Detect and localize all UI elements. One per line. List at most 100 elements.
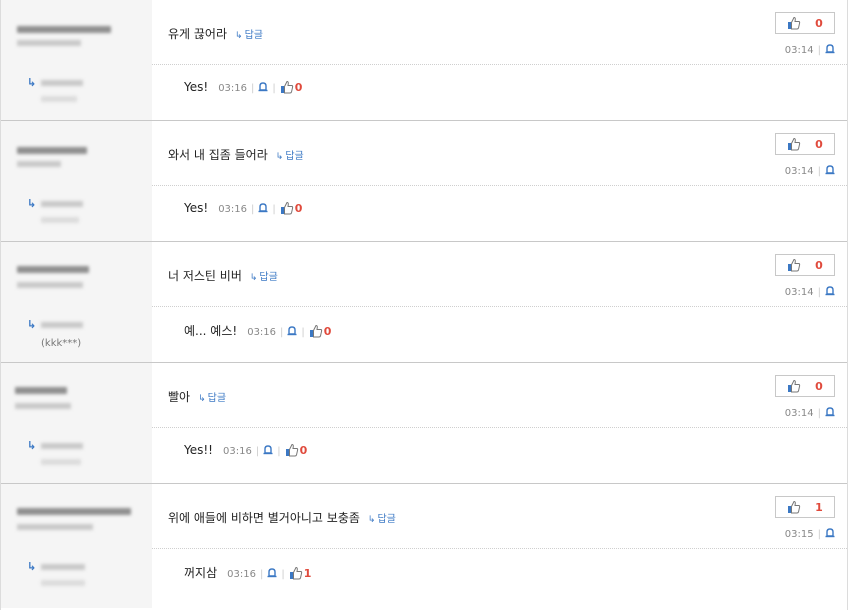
comment-meta: 03:15 | <box>785 528 835 540</box>
comment-time: 03:14 <box>784 287 814 298</box>
reply-link[interactable]: ↳ 답글 <box>368 514 396 525</box>
bell-icon[interactable] <box>263 445 273 456</box>
reply-author: ↳ (kkk***) <box>1 306 152 362</box>
comment-block: 빨아 ↳ 답글 0 03:14 | ↳ Yes!! 03:16 | | 0 <box>1 363 847 484</box>
bell-icon[interactable] <box>825 44 835 55</box>
thumbs-up-icon <box>788 16 801 30</box>
comment-text: 너 저스틴 비버 ↳ 답글 <box>168 269 278 283</box>
like-count: 1 <box>815 500 823 514</box>
comment-row: 빨아 ↳ 답글 0 03:14 | <box>1 363 847 427</box>
reply-author: ↳ <box>1 548 152 608</box>
comment-row: 위에 애들에 비하면 별거아니고 보충좀 ↳ 답글 1 03:15 | <box>1 484 847 548</box>
reply-row: ↳ Yes! 03:16 | | 0 <box>1 185 847 241</box>
reply-arrow-icon: ↳ <box>27 318 37 331</box>
comment-text: 위에 애들에 비하면 별거아니고 보충좀 ↳ 답글 <box>168 511 396 525</box>
reply-arrow-icon: ↳ <box>367 515 376 525</box>
comment-author <box>1 0 152 64</box>
like-button[interactable]: 0 <box>775 375 835 397</box>
bell-icon[interactable] <box>287 326 297 337</box>
bell-icon[interactable] <box>825 528 835 539</box>
thumbs-up-icon[interactable] <box>285 443 299 457</box>
comment-time: 03:14 <box>784 166 814 177</box>
comment-row: 와서 내 집좀 들어라 ↳ 답글 0 03:14 | <box>1 121 847 185</box>
like-button[interactable]: 0 <box>775 12 835 34</box>
thumbs-up-icon[interactable] <box>280 80 294 94</box>
reply-time: 03:16 <box>218 83 248 94</box>
reply-text: Yes!! 03:16 | | 0 <box>184 443 308 457</box>
reply-row: ↳ Yes!! 03:16 | | 0 <box>1 427 847 483</box>
bell-icon[interactable] <box>258 203 268 214</box>
reply-author: ↳ <box>1 185 152 241</box>
comment-block: 위에 애들에 비하면 별거아니고 보충좀 ↳ 답글 1 03:15 | ↳ 꺼지… <box>1 484 847 608</box>
reply-text: 예... 예스! 03:16 | | 0 <box>184 324 332 338</box>
reply-link[interactable]: ↳ 답글 <box>276 151 304 162</box>
like-count: 1 <box>303 567 312 580</box>
thumbs-up-icon[interactable] <box>280 201 294 215</box>
reply-arrow-icon: ↳ <box>249 273 258 283</box>
reply-time: 03:16 <box>223 446 252 457</box>
comment-text: 와서 내 집좀 들어라 ↳ 답글 <box>168 148 304 162</box>
comment-block: 유게 끊어라 ↳ 답글 0 03:14 | ↳ Yes! 03:16 | | 0 <box>1 0 847 121</box>
like-count: 0 <box>815 16 823 30</box>
reply-author: ↳ <box>1 427 152 483</box>
reply-arrow-icon: ↳ <box>235 31 243 41</box>
reply-arrow-icon: ↳ <box>27 439 37 452</box>
comment-time: 03:15 <box>784 529 814 540</box>
thumbs-up-icon <box>788 137 801 151</box>
reply-arrow-icon: ↳ <box>27 197 37 210</box>
comment-row: 유게 끊어라 ↳ 답글 0 03:14 | <box>1 0 847 64</box>
like-button[interactable]: 1 <box>775 496 835 518</box>
thumbs-up-icon <box>788 500 801 514</box>
reply-row: ↳ 꺼지삼 03:16 | | 1 <box>1 548 847 608</box>
thumbs-up-icon <box>788 258 801 272</box>
reply-text: Yes! 03:16 | | 0 <box>184 201 303 215</box>
reply-arrow-icon: ↳ <box>275 152 284 162</box>
like-count: 0 <box>299 444 308 457</box>
like-count: 0 <box>815 379 823 393</box>
reply-text: Yes! 03:16 | | 0 <box>184 80 303 94</box>
comment-meta: 03:14 | <box>785 44 835 56</box>
reply-time: 03:16 <box>247 327 277 338</box>
comment-time: 03:14 <box>784 45 814 56</box>
reply-time: 03:16 <box>218 204 248 215</box>
reply-link[interactable]: ↳ 답글 <box>198 393 226 404</box>
comment-time: 03:14 <box>784 408 814 419</box>
reply-text: 꺼지삼 03:16 | | 1 <box>184 566 312 580</box>
bell-icon[interactable] <box>258 82 268 93</box>
comment-row: 너 저스틴 비버 ↳ 답글 0 03:14 | <box>1 242 847 306</box>
comment-thread: 유게 끊어라↳답글 0 03:14| ↳ Yes!03:16||0 <box>0 0 848 610</box>
comment-author <box>1 242 152 306</box>
bell-icon[interactable] <box>825 165 835 176</box>
thumbs-up-icon[interactable] <box>289 566 303 580</box>
bell-icon[interactable] <box>825 286 835 297</box>
like-count: 0 <box>815 137 823 151</box>
like-count: 0 <box>294 81 303 94</box>
bell-icon[interactable] <box>825 407 835 418</box>
comment-author <box>1 121 152 185</box>
comment-block: 너 저스틴 비버↳답글 0 03:14| ↳ (kkk***) 예... <box>1 242 847 363</box>
reply-link[interactable]: ↳ 답글 <box>235 30 263 41</box>
reply-time: 03:16 <box>227 569 256 580</box>
like-count: 0 <box>815 258 823 272</box>
comment-author <box>1 363 152 427</box>
comment-text: 빨아 ↳ 답글 <box>168 390 227 404</box>
reply-arrow-icon: ↳ <box>198 394 206 404</box>
like-button[interactable]: 0 <box>775 254 835 276</box>
bell-icon[interactable] <box>267 568 277 579</box>
reply-arrow-icon: ↳ <box>27 560 37 573</box>
like-button[interactable]: 0 <box>775 133 835 155</box>
reply-author: ↳ <box>1 64 152 120</box>
reply-row: ↳ (kkk***) 예... 예스! 03:16 | | 0 <box>1 306 847 362</box>
thumbs-up-icon <box>788 379 801 393</box>
comment-meta: 03:14 | <box>785 286 835 298</box>
reply-arrow-icon: ↳ <box>27 76 37 89</box>
comment-text: 유게 끊어라 ↳ 답글 <box>168 27 263 41</box>
like-count: 0 <box>294 202 303 215</box>
comment-block: 와서 내 집좀 들어라 ↳ 답글 0 03:14 | ↳ Yes! 03:16 | <box>1 121 847 242</box>
thumbs-up-icon[interactable] <box>309 324 323 338</box>
reply-link[interactable]: ↳ 답글 <box>250 272 278 283</box>
like-count: 0 <box>323 325 332 338</box>
comment-meta: 03:14 | <box>785 407 835 419</box>
reply-row: ↳ Yes! 03:16 | | 0 <box>1 64 847 120</box>
reply-author-handle: (kkk***) <box>41 338 82 349</box>
